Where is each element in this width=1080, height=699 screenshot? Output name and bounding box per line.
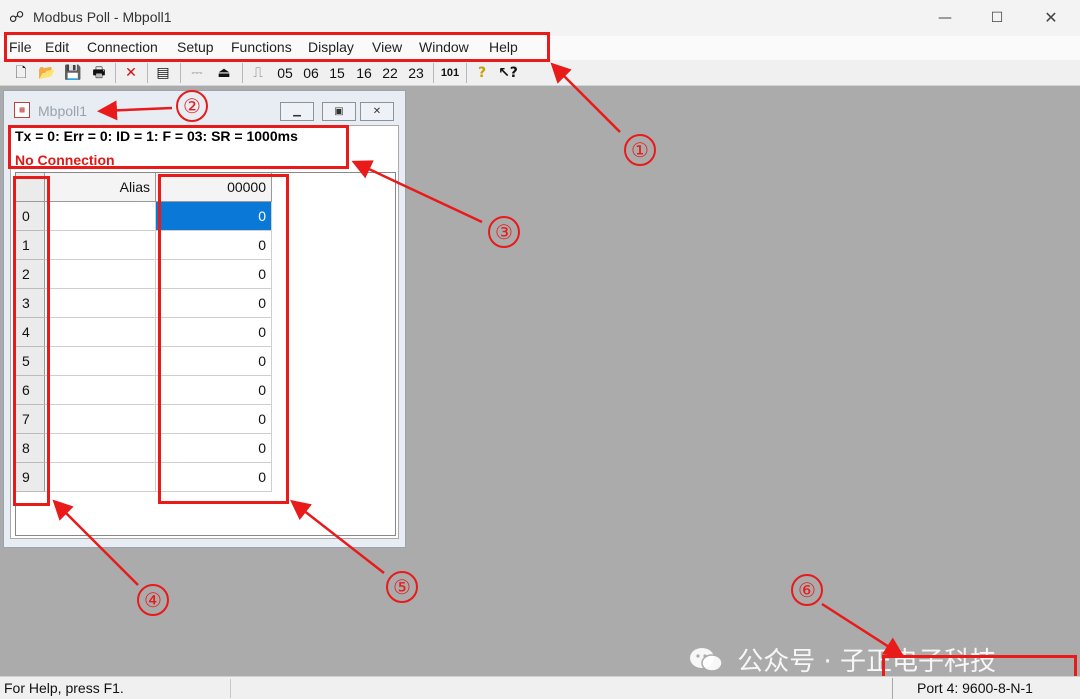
menu-highlight-box	[4, 32, 550, 62]
marker-5: ⑤	[386, 571, 418, 603]
fc16-button[interactable]: 16	[352, 62, 376, 84]
modbus-app-icon: ☍	[9, 8, 25, 26]
alias-cell[interactable]	[45, 289, 156, 318]
child-restore-button[interactable]: ▣	[322, 102, 356, 121]
toolbar-divider	[147, 63, 148, 83]
port-panel: Port 4: 9600-8-N-1	[892, 678, 1074, 699]
alias-column-header[interactable]: Alias	[45, 173, 156, 202]
alias-cell[interactable]	[45, 376, 156, 405]
close-button[interactable]: ✕	[1028, 4, 1074, 32]
document-icon: ▦	[14, 102, 30, 118]
connect-icon[interactable]: ⎓	[186, 62, 208, 84]
read-once-button[interactable]: 101	[438, 62, 462, 84]
marker-6: ⑥	[791, 574, 823, 606]
marker-4: ④	[137, 584, 169, 616]
toolbar-divider	[433, 63, 434, 83]
toolbar-divider	[466, 63, 467, 83]
toolbar-divider	[115, 63, 116, 83]
context-help-icon[interactable]: ↖?	[496, 62, 520, 84]
child-minimize-button[interactable]: ▁	[280, 102, 314, 121]
help-hint: For Help, press F1.	[4, 680, 124, 696]
wechat-logo-icon	[690, 647, 723, 672]
fc05-button[interactable]: 05	[273, 62, 297, 84]
status-highlight-box	[8, 125, 349, 169]
window-icon[interactable]: ▤	[152, 62, 174, 84]
child-window-title: Mbpoll1	[38, 103, 88, 119]
row-index-highlight-box	[13, 176, 50, 506]
marker-2: ②	[176, 90, 208, 122]
open-icon[interactable]: 📂	[36, 62, 58, 84]
fc06-button[interactable]: 06	[299, 62, 323, 84]
alias-cell[interactable]	[45, 260, 156, 289]
toolbar-divider	[242, 63, 243, 83]
alias-cell[interactable]	[45, 405, 156, 434]
print-icon[interactable]: 🖶	[88, 62, 110, 84]
alias-cell[interactable]	[45, 347, 156, 376]
new-icon[interactable]: 🗋	[10, 62, 32, 84]
marker-1: ①	[624, 134, 656, 166]
toolbar-divider	[180, 63, 181, 83]
toolbar: 🗋 📂 💾 🖶 ✕ ▤ ⎓ ⏏ ⎍ 05 06 15 16 22 23 101 …	[0, 60, 1080, 86]
fc22-button[interactable]: 22	[378, 62, 402, 84]
maximize-button[interactable]: ☐	[974, 4, 1020, 32]
help-icon[interactable]: ?	[472, 62, 492, 84]
status-divider	[230, 679, 231, 698]
alias-cell[interactable]	[45, 463, 156, 492]
pulse-icon[interactable]: ⎍	[247, 62, 269, 84]
delete-icon[interactable]: ✕	[120, 62, 142, 84]
child-close-button[interactable]: ✕	[360, 102, 394, 121]
marker-3: ③	[488, 216, 520, 248]
title-bar: ☍ Modbus Poll - Mbpoll1 — ☐ ✕	[0, 0, 1080, 36]
fc23-button[interactable]: 23	[404, 62, 428, 84]
minimize-button[interactable]: —	[922, 4, 968, 32]
fc15-button[interactable]: 15	[325, 62, 349, 84]
status-bar: For Help, press F1. Port 4: 9600-8-N-1	[0, 676, 1080, 699]
window-title: Modbus Poll - Mbpoll1	[33, 9, 172, 25]
alias-cell[interactable]	[45, 318, 156, 347]
values-highlight-box	[158, 174, 289, 504]
alias-cell[interactable]	[45, 434, 156, 463]
alias-cell[interactable]	[45, 231, 156, 260]
save-icon[interactable]: 💾	[62, 62, 84, 84]
alias-cell[interactable]	[45, 202, 156, 231]
disconnect-icon[interactable]: ⏏	[213, 62, 235, 84]
port-settings: Port 4: 9600-8-N-1	[917, 680, 1033, 696]
